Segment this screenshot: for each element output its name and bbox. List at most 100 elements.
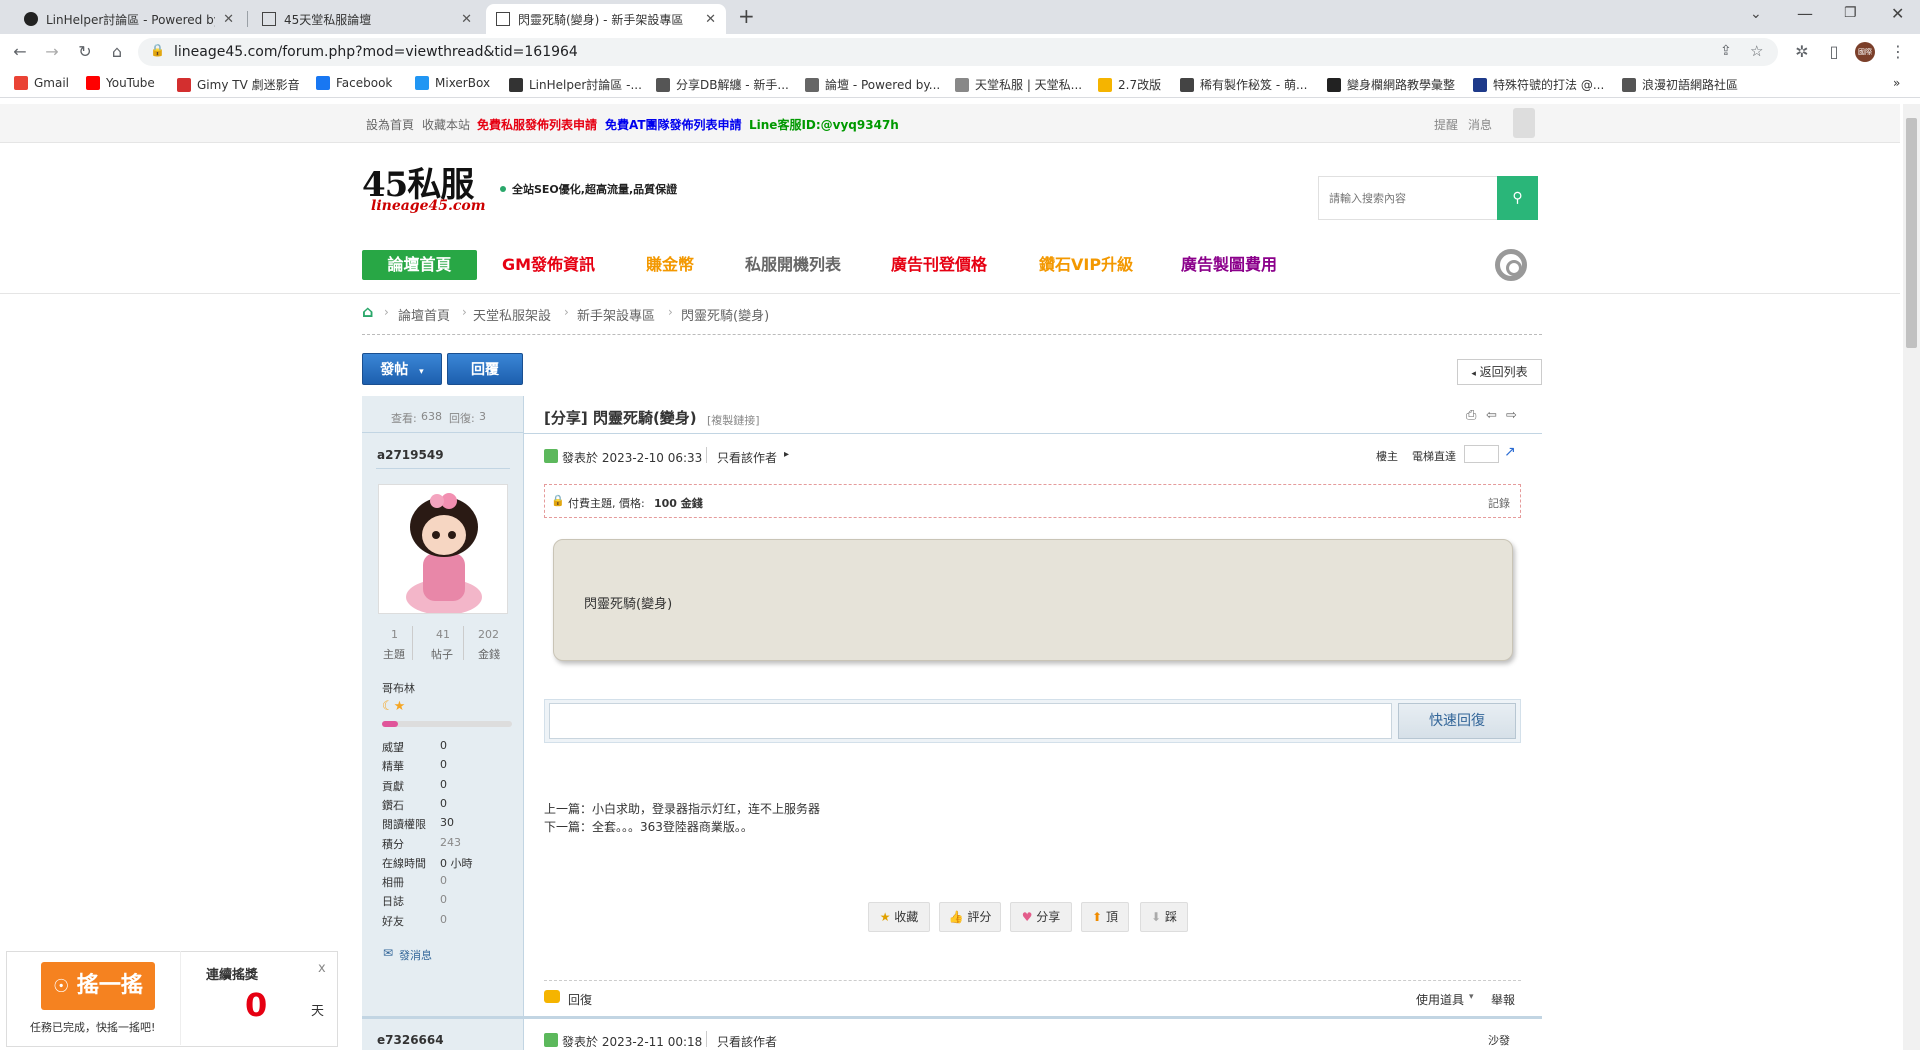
floor-jump-input[interactable] [1464,445,1499,463]
bookmark-item[interactable]: LinHelper討論區 -... [509,76,642,93]
author-field-value[interactable]: 0 [440,913,447,926]
bookmark-item[interactable]: 論壇 - Powered by... [805,76,940,93]
print-icon[interactable]: ⎙ [1466,408,1476,423]
tab-search-icon[interactable]: ⌄ [1750,6,1762,22]
breadcrumb-item[interactable]: 新手架設專區 [577,305,655,324]
tab-linhelper[interactable]: LinHelper討論區 - Powered by D ✕ [14,4,244,34]
report-link[interactable]: 舉報 [1491,991,1515,1008]
author-field-value[interactable]: 0 [440,893,447,906]
prev-thread-link[interactable]: 上一篇：小白求助，登录器指示灯红，连不上服务器 [544,800,820,817]
nav-earn-gold[interactable]: 賺金幣 [646,250,694,280]
remind-link[interactable]: 提醒 [1434,116,1458,133]
bookmark-item[interactable]: 特殊符號的打法 @... [1473,76,1604,93]
breadcrumb-item[interactable]: 論壇首頁 [398,305,450,324]
bookmark-item[interactable]: 2.7改版 [1098,76,1161,93]
only-author-link[interactable]: 只看該作者 [717,1033,777,1050]
only-author-link[interactable]: 只看該作者 [717,449,777,466]
bookmark-label: Gmail [34,76,70,90]
nav-ad-price[interactable]: 廣告刊登價格 [891,250,987,280]
set-home-link[interactable]: 設為首頁 [366,116,414,133]
reply-button[interactable]: 回覆 [447,353,523,385]
author-field-value[interactable]: 0 [440,874,447,887]
prev-thread-icon[interactable]: ⇦ [1486,408,1497,423]
send-message-icon[interactable]: ✉ [383,946,393,960]
new-tab-button[interactable]: + [738,4,755,28]
bookmark-item[interactable]: Gmail [14,76,69,90]
quick-reply-input[interactable] [549,703,1392,739]
avatar[interactable] [378,484,508,614]
author-name[interactable]: e7326664 [377,1033,444,1047]
bookmarks-overflow-icon[interactable]: » [1893,76,1900,90]
nav-gm-info[interactable]: GM發佈資訊 [502,250,595,280]
author-name[interactable]: a2719549 [377,448,444,462]
nav-server-list[interactable]: 私服開機列表 [745,250,841,280]
tab-45forum[interactable]: 45天堂私服論壇 ✕ [252,4,482,34]
jump-arrow-icon[interactable]: ↗ [1504,444,1516,460]
bookmark-item[interactable]: 浪漫初語網路社區 [1622,76,1738,93]
back-button[interactable]: ← [10,42,30,62]
bookmark-label: Facebook [336,76,393,90]
upvote-button[interactable]: ⬆ 頂 [1081,902,1129,932]
bookmark-item[interactable]: 稀有製作秘笈 - 萌... [1180,76,1307,93]
window-close-button[interactable]: ✕ [1891,4,1904,23]
bookmark-link[interactable]: 收藏本站 [422,116,470,133]
line-contact[interactable]: Line客服ID:@vyq9347h [749,116,899,133]
close-icon[interactable]: ✕ [461,12,472,27]
rate-button[interactable]: 👍 評分 [939,902,1001,932]
home-button[interactable]: ⌂ [107,42,127,62]
sidepanel-icon[interactable]: ▯ [1824,42,1844,62]
tab-thread[interactable]: 閃靈死騎(變身) - 新手架設專區 ✕ [486,4,726,34]
author-posts-count[interactable]: 41 [436,628,450,641]
bookmark-item[interactable]: 變身欄網路教學彙整 [1327,76,1455,93]
breadcrumb-item[interactable]: 天堂私服架設 [473,305,551,324]
free-private-link[interactable]: 免費私服發佈列表申請 [477,116,597,133]
nav-vip-upgrade[interactable]: 鑽石VIP升級 [1039,250,1133,280]
minimize-button[interactable]: — [1797,4,1813,23]
scrollbar-thumb[interactable] [1906,118,1917,348]
quick-reply-button[interactable]: 快速回復 [1398,703,1516,739]
menu-icon[interactable]: ⋮ [1888,42,1908,62]
close-icon[interactable]: ✕ [223,12,234,27]
reload-button[interactable]: ↻ [75,42,95,62]
reply-link[interactable]: 回復 [568,991,592,1008]
bookmark-item[interactable]: Gimy TV 劇迷影音 [177,76,300,93]
bookmark-item[interactable]: 天堂私服 | 天堂私... [955,76,1082,93]
home-icon[interactable]: ⌂ [362,302,373,321]
thread-prefix[interactable]: [分享] [544,409,588,427]
bookmark-item[interactable]: MixerBox [415,76,490,90]
send-message-link[interactable]: 發消息 [399,947,432,963]
bookmark-item[interactable]: Facebook [316,76,392,90]
close-icon[interactable]: x [318,961,326,976]
address-bar[interactable]: 🔒 lineage45.com/forum.php?mod=viewthread… [138,38,1778,66]
forward-button[interactable]: → [42,42,62,62]
tools-menu[interactable]: 使用道具 [1416,991,1464,1008]
free-at-link[interactable]: 免費AT團隊發佈列表申請 [605,116,742,133]
bookmark-item[interactable]: 分享DB解纏 - 新手... [656,76,789,93]
bookmark-item[interactable]: YouTube [86,76,155,90]
shake-button[interactable]: ☉ 搖一搖 [41,962,155,1010]
maximize-button[interactable]: ❐ [1844,5,1857,21]
copy-link[interactable]: [複製鏈接] [707,412,760,428]
next-thread-icon[interactable]: ⇨ [1506,408,1517,423]
extensions-icon[interactable]: ✲ [1792,42,1812,62]
author-threads-count[interactable]: 1 [391,628,398,641]
new-post-button[interactable]: 發帖 ▾ [362,353,442,385]
profile-avatar[interactable]: 國際 [1855,42,1875,62]
nav-forum-home[interactable]: 論壇首頁 [362,250,477,280]
share-icon[interactable]: ⇪ [1720,43,1732,59]
search-button[interactable]: ⚲ [1497,176,1538,220]
gear-icon[interactable] [1495,249,1527,281]
record-link[interactable]: 記錄 [1488,495,1510,511]
downvote-button[interactable]: ⬇ 踩 [1140,902,1188,932]
close-icon[interactable]: ✕ [705,12,716,27]
nav-ad-design[interactable]: 廣告製圖費用 [1181,250,1277,280]
search-input[interactable] [1319,177,1498,219]
star-icon[interactable]: ☆ [1750,42,1763,60]
user-avatar[interactable] [1513,108,1535,138]
share-button[interactable]: ♥ 分享 [1010,902,1072,932]
next-thread-link[interactable]: 下一篇：全套。。。363登陸器商業版。。 [544,818,753,835]
author-field-value[interactable]: 243 [440,836,461,849]
message-link[interactable]: 消息 [1468,116,1492,133]
back-to-list-button[interactable]: ◂ 返回列表 [1457,359,1542,385]
favorite-button[interactable]: ★ 收藏 [868,902,930,932]
